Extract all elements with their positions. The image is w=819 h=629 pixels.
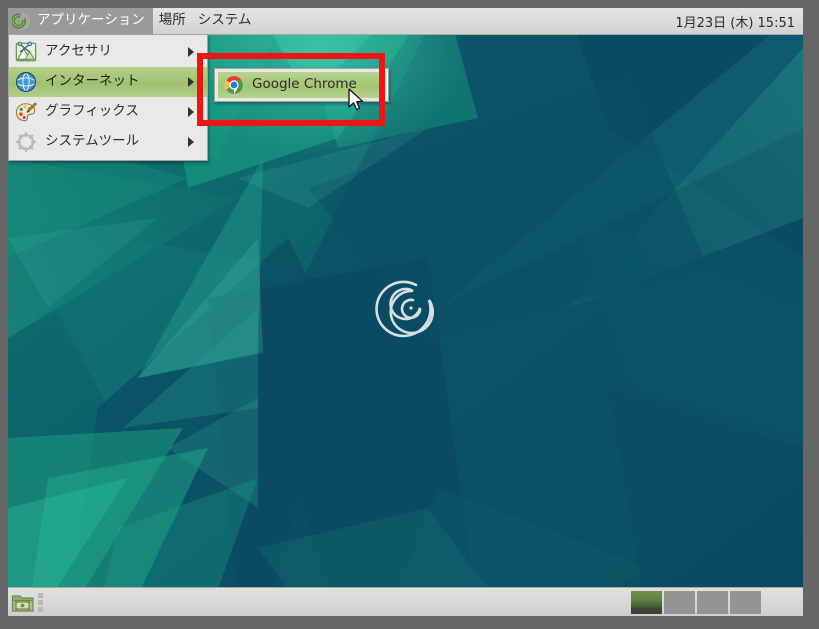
internet-submenu-popup[interactable]: Google Chrome <box>214 68 389 102</box>
screen: アプリケーション 場所 システム 1月23日 (木) 15:51 アクセサリ イ… <box>0 0 819 629</box>
applications-menu-popup[interactable]: アクセサリ インターネット グラフィックス システムツール <box>8 35 208 161</box>
show-desktop-folder-icon <box>11 595 34 612</box>
handle-dot <box>38 600 43 605</box>
menu-item-graphics-label: グラフィックス <box>45 103 139 120</box>
chevron-right-icon <box>188 107 200 117</box>
menu-item-system-tools-label: システムツール <box>45 133 140 150</box>
menu-item-system-tools[interactable]: システムツール <box>9 127 207 157</box>
menu-item-accessories[interactable]: アクセサリ <box>9 37 207 67</box>
workspace-switcher[interactable] <box>631 591 761 614</box>
system-tools-gear-icon <box>16 132 36 152</box>
panel-drag-handle[interactable] <box>38 593 44 612</box>
system-menu-button[interactable]: システム <box>192 8 258 34</box>
workspace-1[interactable] <box>631 591 662 614</box>
graphics-palette-icon <box>15 102 37 122</box>
internet-globe-icon <box>16 71 36 93</box>
applications-menu-button[interactable]: アプリケーション <box>8 8 153 34</box>
chevron-right-icon <box>188 47 200 57</box>
show-desktop-button[interactable] <box>11 591 35 614</box>
places-menu-button[interactable]: 場所 <box>153 8 192 34</box>
workspace-2[interactable] <box>664 591 695 614</box>
menu-item-internet[interactable]: インターネット <box>9 67 207 97</box>
menu-item-internet-label: インターネット <box>45 73 140 90</box>
menu-item-accessories-label: アクセサリ <box>45 43 112 60</box>
chevron-right-icon <box>188 77 200 87</box>
bottom-panel <box>8 587 803 616</box>
submenu-item-google-chrome-label: Google Chrome <box>252 76 357 93</box>
accessories-icon <box>15 41 37 62</box>
system-menu-label: システム <box>197 12 252 29</box>
places-menu-label: 場所 <box>158 12 186 29</box>
menu-item-graphics[interactable]: グラフィックス <box>9 97 207 127</box>
handle-dot <box>38 593 43 598</box>
desktop[interactable]: アプリケーション 場所 システム 1月23日 (木) 15:51 アクセサリ イ… <box>8 8 803 616</box>
handle-dot <box>38 607 43 612</box>
workspace-3[interactable] <box>697 591 728 614</box>
applications-menu-label: アプリケーション <box>37 12 145 29</box>
chevron-right-icon <box>188 137 200 147</box>
top-panel: アプリケーション 場所 システム 1月23日 (木) 15:51 <box>8 8 803 35</box>
submenu-item-google-chrome[interactable]: Google Chrome <box>218 72 385 98</box>
debian-swirl-icon <box>12 12 31 30</box>
google-chrome-icon <box>224 75 244 95</box>
clock[interactable]: 1月23日 (木) 15:51 <box>669 8 801 35</box>
workspace-4[interactable] <box>730 591 761 614</box>
